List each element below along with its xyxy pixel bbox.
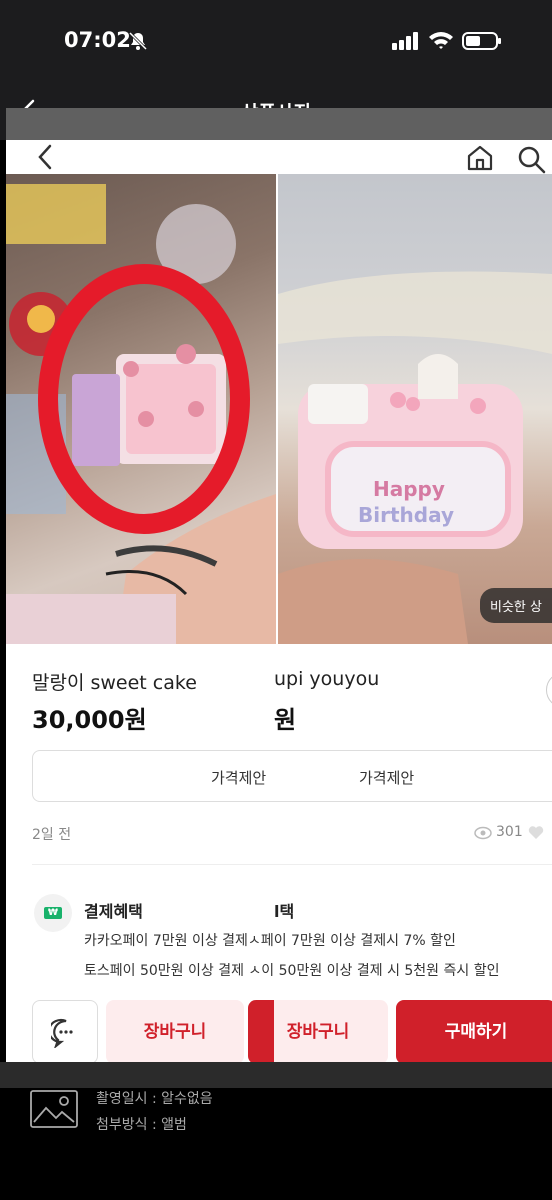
- heart-icon: [528, 826, 544, 839]
- capture-date: 촬영일시 : 알수없음: [96, 1091, 213, 1107]
- inner-nav-bar: [6, 140, 552, 178]
- cake-photo-right: Happy Birthday: [278, 271, 552, 644]
- chat-button: [32, 1000, 98, 1064]
- divider: [32, 864, 552, 865]
- status-time: 07:02: [64, 28, 131, 52]
- add-to-cart-button: 장바구니: [106, 1000, 244, 1064]
- chat-icon: [51, 1018, 73, 1048]
- product-image-left: [6, 174, 276, 644]
- photo-metadata: 촬영일시 : 알수없음 첨부방식 : 앨범: [0, 1088, 552, 1200]
- chevron-left-icon: [38, 144, 52, 170]
- image-placeholder-icon: [30, 1090, 78, 1128]
- similar-items-badge: 비슷한 상: [480, 588, 552, 623]
- product-image-right: Happy Birthday: [278, 174, 552, 644]
- view-count: 301: [496, 824, 523, 840]
- svg-text:Birthday: Birthday: [358, 503, 454, 527]
- photo-bottom-overlay: [0, 1062, 552, 1088]
- price-offer-label-overlap: 가격제안: [359, 769, 415, 787]
- price-offer-box: 가격제안 가격제안: [32, 750, 552, 802]
- product-photo: Happy Birthday 비슷한 상 말랑이 sweet cake upi …: [6, 108, 552, 1088]
- wifi-icon: [429, 32, 453, 49]
- payment-icon: ₩: [34, 894, 72, 932]
- bell-slash-icon: [128, 31, 148, 51]
- add-to-cart-button-overlap: 장바구니: [248, 1000, 388, 1064]
- won-icon: ₩: [44, 907, 62, 919]
- buy-button: 구매하기: [396, 1000, 552, 1064]
- home-icon: [467, 145, 493, 171]
- payment-benefit-title-overlap: l택: [274, 902, 295, 921]
- eye-icon: [474, 826, 492, 840]
- photo-top-overlay: [6, 108, 552, 140]
- search-icon: [518, 146, 546, 174]
- attach-method: 첨부방식 : 앨범: [96, 1117, 187, 1133]
- payment-benefit-line: 카카오페이 7만원 이상 결제ㅅ페이 7만원 이상 결제시 7% 할인: [84, 933, 456, 949]
- svg-text:Happy: Happy: [373, 477, 445, 501]
- cake-photo-left: [6, 184, 276, 644]
- status-bar: 07:02: [0, 0, 552, 82]
- product-name-overlap: upi youyou: [274, 668, 380, 690]
- battery-icon: [462, 32, 501, 50]
- product-price: 30,000원: [32, 706, 147, 734]
- signal-icon: [392, 32, 418, 50]
- share-button: [546, 672, 552, 708]
- posted-time: 2일 전: [32, 827, 72, 843]
- payment-benefit-title: 결제혜택: [84, 902, 143, 921]
- product-name: 말랑이 sweet cake: [32, 672, 197, 694]
- price-offer-label: 가격제안: [211, 769, 267, 787]
- product-price-overlap: 원: [274, 706, 297, 734]
